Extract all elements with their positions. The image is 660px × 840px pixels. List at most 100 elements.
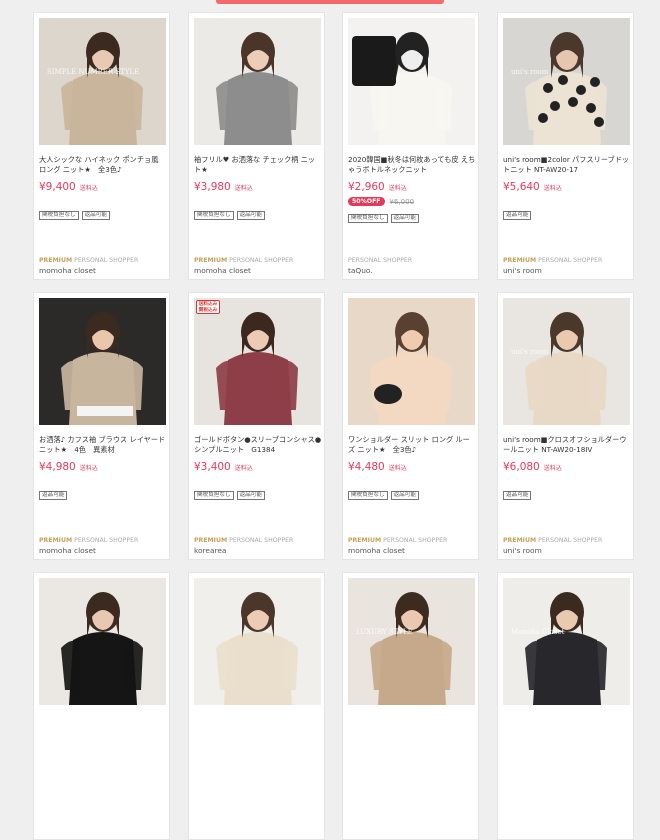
premium-label: PREMIUM: [503, 257, 537, 264]
shipping-included-label: 送料込: [388, 465, 407, 472]
shop-name[interactable]: momoha closet: [348, 546, 405, 555]
personal-shopper-label: PERSONAL SHOPPER: [229, 257, 294, 264]
product-image[interactable]: [39, 298, 166, 425]
product-card[interactable]: 袖フリル♥ お洒落な チェック柄 ニット★ ¥3,980 送料込関税負担なし 返品可能…: [188, 12, 325, 280]
price-row: ¥4,980 送料込: [39, 461, 98, 475]
product-image[interactable]: [348, 298, 475, 425]
shopper-rank: PERSONAL SHOPPER: [348, 257, 412, 264]
original-price: ¥6,000: [389, 197, 415, 206]
product-price: ¥6,080: [503, 461, 540, 473]
price-row: ¥5,640 送料込: [503, 181, 562, 195]
product-price: ¥5,640: [503, 181, 540, 193]
price-row: ¥2,960 送料込: [348, 181, 407, 195]
tag-list: 関税負担なし 返品可能: [194, 491, 265, 500]
shopper-rank: PREMIUM PERSONAL SHOPPER: [39, 537, 138, 544]
service-tag: 返品可能: [236, 491, 265, 500]
product-image[interactable]: uni's room: [503, 298, 630, 425]
shopper-rank: PREMIUM PERSONAL SHOPPER: [503, 537, 602, 544]
image-watermark: uni's room: [511, 68, 549, 76]
shop-name[interactable]: uni's room: [503, 266, 542, 275]
product-card[interactable]: お洒落♪ カフス袖 ブラウス レイヤード ニット★ 4色 異素材 ¥4,980 送料…: [33, 292, 170, 560]
personal-shopper-label: PERSONAL SHOPPER: [538, 257, 603, 264]
image-watermark: LUXURY STYLE: [356, 628, 413, 636]
premium-label: PREMIUM: [194, 257, 228, 264]
service-tag: 関税負担なし: [194, 211, 234, 220]
premium-label: PREMIUM: [194, 537, 228, 544]
product-card[interactable]: Monoha Closet: [497, 572, 634, 840]
price-row: ¥6,080 送料込: [503, 461, 562, 475]
service-tag: 関税負担なし: [39, 211, 79, 220]
tag-list: 関税負担なし 返品可能: [348, 491, 419, 500]
premium-label: PREMIUM: [503, 537, 537, 544]
product-card[interactable]: LUXURY STYLE: [342, 572, 479, 840]
product-image[interactable]: SIMPLE NUMBER STYLE: [39, 18, 166, 145]
top-accent-bar: [216, 0, 444, 4]
product-title[interactable]: 大人シックな ハイネック ポンチョ風 ロング ニット★ 全3色♪: [39, 155, 167, 175]
service-tag: 関税負担なし: [348, 214, 388, 223]
price-row: ¥3,980 送料込: [194, 181, 253, 195]
product-price: ¥2,960: [348, 181, 385, 193]
personal-shopper-label: PERSONAL SHOPPER: [348, 257, 413, 264]
product-title[interactable]: 袖フリル♥ お洒落な チェック柄 ニット★: [194, 155, 322, 175]
product-card[interactable]: [188, 572, 325, 840]
shop-name[interactable]: taQuo.: [348, 266, 373, 275]
shopper-rank: PREMIUM PERSONAL SHOPPER: [348, 537, 447, 544]
shop-name[interactable]: korearea: [194, 546, 226, 555]
product-title[interactable]: uni's room■クロスオフショルダーウールニット NT-AW20-18IV: [503, 435, 631, 455]
product-image[interactable]: [348, 18, 475, 145]
product-price: ¥4,980: [39, 461, 76, 473]
product-title[interactable]: ゴールドボタン●スリーブコンシャス●シンプルニット G1384: [194, 435, 322, 455]
product-price: ¥4,480: [348, 461, 385, 473]
price-row: ¥3,400 送料込: [194, 461, 253, 475]
service-tag: 返品可能: [503, 211, 532, 220]
product-card[interactable]: [33, 572, 170, 840]
shop-name[interactable]: uni's room: [503, 546, 542, 555]
product-card[interactable]: 送料込み 関税込みゴールドボタン●スリーブコンシャス●シンプルニット G1384…: [188, 292, 325, 560]
tag-list: 関税負担なし 返品可能: [348, 214, 419, 223]
product-image[interactable]: uni's room: [503, 18, 630, 145]
tag-list: 関税負担なし 返品可能: [194, 211, 265, 220]
service-tag: 関税負担なし: [194, 491, 234, 500]
product-title[interactable]: ワンショルダー スリット ロング ルーズ ニット★ 全3色♪: [348, 435, 476, 455]
shop-name[interactable]: momoha closet: [194, 266, 251, 275]
tag-list: 返品可能: [39, 491, 68, 500]
shop-name[interactable]: momoha closet: [39, 266, 96, 275]
product-image[interactable]: [194, 18, 321, 145]
service-tag: 関税負担なし: [348, 491, 388, 500]
product-card[interactable]: ワンショルダー スリット ロング ルーズ ニット★ 全3色♪ ¥4,480 送料込関…: [342, 292, 479, 560]
shipping-included-label: 送料込: [388, 185, 407, 192]
service-tag: 返品可能: [390, 214, 419, 223]
image-watermark: uni's room: [511, 348, 549, 356]
product-image[interactable]: 送料込み 関税込み: [194, 298, 321, 425]
personal-shopper-label: PERSONAL SHOPPER: [229, 537, 294, 544]
shopper-rank: PREMIUM PERSONAL SHOPPER: [194, 537, 293, 544]
personal-shopper-label: PERSONAL SHOPPER: [383, 537, 448, 544]
tag-list: 返品可能: [503, 211, 532, 220]
product-price: ¥3,980: [194, 181, 231, 193]
free-shipping-badge: 送料込み 関税込み: [196, 300, 220, 314]
service-tag: 返品可能: [236, 211, 265, 220]
shipping-included-label: 送料込: [543, 185, 562, 192]
product-price: ¥9,400: [39, 181, 76, 193]
product-title[interactable]: お洒落♪ カフス袖 ブラウス レイヤード ニット★ 4色 異素材: [39, 435, 167, 455]
premium-label: PREMIUM: [39, 257, 73, 264]
product-card[interactable]: 2020韓国■秋冬は何枚あっても皮 えちゃうボトルネックニット ¥2,960 送料込…: [342, 12, 479, 280]
product-title[interactable]: 2020韓国■秋冬は何枚あっても皮 えちゃうボトルネックニット: [348, 155, 476, 175]
shop-name[interactable]: momoha closet: [39, 546, 96, 555]
tag-list: 関税負担なし 返品可能: [39, 211, 110, 220]
shipping-included-label: 送料込: [79, 465, 98, 472]
shopper-rank: PREMIUM PERSONAL SHOPPER: [194, 257, 293, 264]
product-card[interactable]: uni's room uni's room■クロスオフショルダーウールニット NT…: [497, 292, 634, 560]
product-card[interactable]: uni's room uni's room■2color パフスリーブドットニット…: [497, 12, 634, 280]
premium-label: PREMIUM: [39, 537, 73, 544]
service-tag: 返品可能: [39, 491, 68, 500]
tag-list: 返品可能: [503, 491, 532, 500]
image-watermark: Monoha Closet: [511, 628, 565, 636]
price-row: ¥4,480 送料込: [348, 461, 407, 475]
shipping-included-label: 送料込: [543, 465, 562, 472]
image-watermark: SIMPLE NUMBER STYLE: [47, 68, 140, 76]
product-card[interactable]: SIMPLE NUMBER STYLE 大人シックな ハイネック ポンチョ風 ロン…: [33, 12, 170, 280]
shipping-included-label: 送料込: [234, 185, 253, 192]
shipping-included-label: 送料込: [79, 185, 98, 192]
product-title[interactable]: uni's room■2color パフスリーブドットニット NT-AW20-1…: [503, 155, 631, 175]
